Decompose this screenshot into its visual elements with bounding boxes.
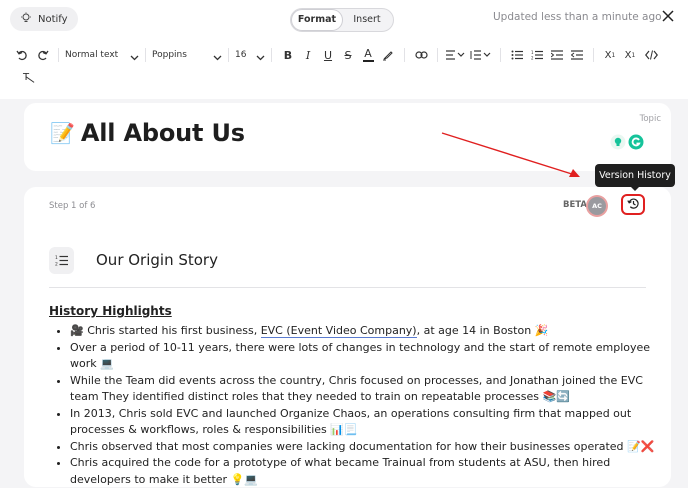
notify-button[interactable]: Notify <box>10 7 78 31</box>
beta-badge: BETA <box>563 200 588 210</box>
font-size-value: 16 <box>235 50 247 60</box>
toolbar-divider <box>404 48 405 62</box>
divider <box>49 287 646 288</box>
version-history-tooltip: Version History <box>595 164 675 191</box>
list-item: While the Team did events across the cou… <box>70 373 670 406</box>
save-status: Updated less than a minute ago <box>493 11 662 23</box>
memo-emoji: 📝 <box>50 121 75 145</box>
toolbar-divider <box>271 48 272 62</box>
toolbar-divider <box>500 48 501 62</box>
undo-icon[interactable] <box>12 49 32 62</box>
svg-text:2: 2 <box>531 56 534 61</box>
chevron-down-icon <box>213 46 222 65</box>
evc-link[interactable]: EVC (Event Video Company) <box>260 324 417 338</box>
chevron-down-icon <box>130 46 139 65</box>
toolbar-divider <box>145 48 146 62</box>
topic-label: Topic <box>639 114 661 124</box>
paragraph-style-value: Normal text <box>65 50 119 60</box>
strikethrough-icon[interactable]: S <box>338 49 358 62</box>
lightbulb-extension-icon[interactable] <box>610 134 626 154</box>
indent-icon[interactable] <box>547 50 567 60</box>
list-item: In 2013, Chris sold EVC and launched Org… <box>70 406 670 439</box>
list-item: Chris observed that most companies were … <box>70 439 670 456</box>
link-icon[interactable] <box>411 51 431 59</box>
line-spacing-icon[interactable] <box>468 50 494 60</box>
font-family-value: Poppins <box>152 50 187 60</box>
step-indicator: Step 1 of 6 <box>49 201 96 211</box>
version-history-button[interactable] <box>621 194 645 215</box>
grammarly-icon[interactable] <box>628 134 644 154</box>
underline-icon[interactable]: U <box>318 49 338 62</box>
clear-formatting-icon[interactable]: T <box>18 70 35 84</box>
page-title[interactable]: All About Us <box>81 119 245 147</box>
toolbar-divider <box>437 48 438 62</box>
toolbar-divider <box>593 48 594 62</box>
numbered-list-icon[interactable]: 12 <box>527 50 547 60</box>
redo-icon[interactable] <box>32 49 52 62</box>
history-bullet-list: 🎥 Chris started his first business, EVC … <box>54 323 670 488</box>
step-content-card: Step 1 of 6 BETA AC 12 Our Origin Story … <box>24 187 671 487</box>
superscript-icon[interactable]: X1 <box>620 50 640 61</box>
svg-text:2: 2 <box>55 262 58 267</box>
bullet-list-icon[interactable] <box>507 50 527 60</box>
text-color-icon[interactable]: A <box>358 48 378 62</box>
code-icon[interactable] <box>640 50 662 60</box>
font-size-select[interactable]: 16 <box>235 46 265 65</box>
font-family-select[interactable]: Poppins <box>152 46 222 65</box>
tab-format[interactable]: Format <box>292 10 342 30</box>
formatting-toolbar: Normal text Poppins 16 B I U S A 12 X1 X <box>12 44 680 66</box>
numbered-list-icon: 12 <box>49 247 74 274</box>
toolbar-divider <box>58 48 59 62</box>
section-title[interactable]: Our Origin Story <box>96 251 218 269</box>
history-icon <box>626 195 640 214</box>
chevron-down-icon <box>256 46 265 65</box>
bold-icon[interactable]: B <box>278 49 298 62</box>
outdent-icon[interactable] <box>567 50 587 60</box>
mode-toggle: Format Insert <box>290 8 394 32</box>
list-item: 🎥 Chris started his first business, EVC … <box>70 323 670 340</box>
lightbulb-icon <box>20 12 32 27</box>
list-item: Chris acquired the code for a prototype … <box>70 455 670 488</box>
highlights-heading: History Highlights <box>49 304 172 318</box>
editor-header: Notify Format Insert Updated less than a… <box>0 0 688 99</box>
notify-label: Notify <box>38 13 68 25</box>
close-icon[interactable] <box>660 8 676 24</box>
extension-icons <box>610 134 644 154</box>
highlighter-icon[interactable] <box>378 49 398 61</box>
toolbar-divider <box>228 48 229 62</box>
italic-icon[interactable]: I <box>298 49 318 62</box>
list-item: Over a period of 10-11 years, there were… <box>70 340 670 373</box>
avatar[interactable]: AC <box>588 197 606 215</box>
svg-text:1: 1 <box>531 50 534 55</box>
align-icon[interactable] <box>444 50 468 60</box>
paragraph-style-select[interactable]: Normal text <box>65 46 139 65</box>
svg-text:1: 1 <box>55 255 58 261</box>
topic-title-card: Topic 📝 All About Us <box>24 103 671 171</box>
title-row: 📝 All About Us <box>50 119 245 147</box>
tab-insert[interactable]: Insert <box>342 10 392 30</box>
subscript-icon[interactable]: X1 <box>600 50 620 61</box>
